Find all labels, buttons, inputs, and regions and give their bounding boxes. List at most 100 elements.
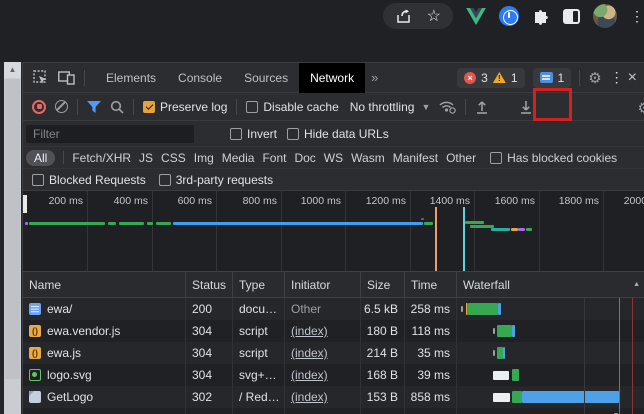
initiator-link[interactable]: (index)	[291, 390, 328, 404]
initiator-link[interactable]: (index)	[291, 324, 328, 338]
bookmark-star-icon[interactable]: ☆	[427, 6, 441, 26]
errors-warnings-badge[interactable]: × 3 ! 1	[457, 68, 524, 88]
filter-type-wasm[interactable]: Wasm	[351, 151, 385, 165]
request-name: ewa.js	[47, 342, 81, 364]
column-header-type[interactable]: Type	[233, 272, 285, 297]
filter-type-manifest[interactable]: Manifest	[393, 151, 438, 165]
column-header-size[interactable]: Size	[361, 272, 405, 297]
import-har-icon[interactable]	[475, 99, 489, 114]
waterfall-bar[interactable]	[457, 408, 644, 414]
throttling-select[interactable]: No throttling ▼	[350, 100, 431, 114]
blocked-requests-checkbox[interactable]: Blocked Requests	[32, 173, 146, 187]
network-settings-icon[interactable]: ⚙	[638, 99, 644, 117]
filter-type-fetch-xhr[interactable]: Fetch/XHR	[72, 151, 131, 165]
page-scrollbar[interactable]: ▲	[4, 62, 21, 414]
request-status: 302	[186, 386, 233, 408]
request-type: docu…	[233, 298, 285, 320]
network-overview-timeline[interactable]: 200 ms400 ms600 ms800 ms1000 ms1200 ms14…	[23, 191, 644, 272]
request-row[interactable]: ()ewa.js 304 script (index) 214 B 35 ms	[23, 342, 644, 364]
waterfall-bar[interactable]	[457, 320, 644, 342]
profile-avatar[interactable]	[593, 4, 617, 28]
devtools-close-icon[interactable]: ×	[628, 69, 637, 87]
request-row[interactable]: ewa/ 200 docu… Other 6.5 kB 258 ms	[23, 298, 644, 320]
waterfall-bar[interactable]	[457, 342, 644, 364]
filter-type-ws[interactable]: WS	[324, 151, 343, 165]
timeline-tick-label: 400 ms	[92, 195, 148, 207]
filter-type-img[interactable]: Img	[194, 151, 214, 165]
request-size: 168 B	[361, 364, 405, 386]
checkbox-unchecked[interactable]	[32, 174, 44, 186]
request-time: 118 ms	[405, 320, 457, 342]
request-type: script	[233, 342, 285, 364]
generic-file-icon	[29, 391, 41, 403]
tab-network[interactable]: Network	[299, 63, 365, 93]
initiator-link[interactable]: (index)	[291, 346, 328, 360]
tab-console[interactable]: Console	[167, 63, 233, 93]
scrollbar-thumb[interactable]	[5, 79, 20, 379]
checkbox-unchecked[interactable]	[246, 101, 258, 113]
record-network-log-button[interactable]	[32, 100, 46, 114]
invert-checkbox[interactable]: Invert	[230, 127, 277, 141]
filter-type-css[interactable]: CSS	[161, 151, 186, 165]
search-icon[interactable]	[110, 100, 124, 114]
browser-menu-icon[interactable]: ⋮	[630, 8, 638, 25]
device-toolbar-icon[interactable]	[58, 69, 75, 86]
devtools-menu-icon[interactable]: ⋮	[610, 69, 618, 86]
filter-toggle-icon[interactable]	[87, 101, 101, 113]
request-name: logo.svg	[47, 364, 92, 386]
extensions-puzzle-icon[interactable]	[532, 7, 550, 25]
filter-input[interactable]	[26, 125, 194, 143]
filter-type-all[interactable]: All	[26, 150, 55, 166]
timeline-tick-label: 1600 ms	[479, 195, 535, 207]
column-header-initiator[interactable]: Initiator	[285, 272, 361, 297]
checkbox-checked[interactable]	[143, 101, 155, 113]
disable-cache-checkbox[interactable]: Disable cache	[246, 100, 338, 114]
warning-icon: !	[493, 72, 506, 83]
has-blocked-cookies-checkbox[interactable]: Has blocked cookies	[490, 151, 617, 165]
checkbox-unchecked[interactable]	[159, 174, 171, 186]
column-header-status[interactable]: Status	[186, 272, 233, 297]
timeline-tick-label: 1800 ms	[543, 195, 599, 207]
request-row[interactable]: ()ewa.vendor.js 304 script (index) 180 B…	[23, 320, 644, 342]
issues-badge[interactable]: 1	[533, 68, 572, 88]
devtools-settings-icon[interactable]: ⚙	[588, 69, 601, 87]
export-har-icon[interactable]	[519, 99, 533, 114]
request-row[interactable]: GetLogo 302 / Red… (index) 153 B 858 ms	[23, 386, 644, 408]
checkbox-unchecked[interactable]	[490, 152, 502, 164]
filter-type-js[interactable]: JS	[139, 151, 153, 165]
preserve-log-checkbox[interactable]: Preserve log	[143, 100, 227, 114]
request-row[interactable]: logo.svg 304 svg+… (index) 168 B 39 ms	[23, 364, 644, 386]
waterfall-bar[interactable]	[457, 386, 644, 408]
checkbox-unchecked[interactable]	[230, 128, 242, 140]
clear-network-log-icon[interactable]	[55, 100, 68, 113]
side-panel-icon[interactable]	[563, 9, 580, 24]
column-header-name[interactable]: Name	[23, 272, 186, 297]
image-file-icon	[29, 369, 41, 381]
waterfall-bar[interactable]	[457, 364, 644, 386]
filter-type-font[interactable]: Font	[262, 151, 286, 165]
filter-type-doc[interactable]: Doc	[294, 151, 315, 165]
filter-type-other[interactable]: Other	[446, 151, 476, 165]
third-party-requests-checkbox[interactable]: 3rd-party requests	[159, 173, 273, 187]
hide-data-urls-checkbox[interactable]: Hide data URLs	[287, 127, 389, 141]
tab-elements[interactable]: Elements	[95, 63, 167, 93]
vue-devtools-icon[interactable]	[466, 8, 486, 25]
request-row-partial[interactable]	[23, 408, 644, 414]
request-time: 39 ms	[405, 364, 457, 386]
checkbox-unchecked[interactable]	[287, 128, 299, 140]
inspect-element-icon[interactable]	[32, 69, 49, 86]
filter-bar: Invert Hide data URLs	[23, 121, 644, 147]
initiator-link[interactable]: (index)	[291, 368, 328, 382]
tab-sources[interactable]: Sources	[233, 63, 299, 93]
more-tabs-icon[interactable]: »	[365, 70, 384, 85]
script-file-icon: ()	[29, 325, 41, 337]
scrollbar-up-arrow[interactable]: ▲	[4, 62, 21, 78]
waterfall-label: Waterfall	[463, 278, 510, 292]
column-header-waterfall[interactable]: Waterfall▲	[457, 272, 644, 297]
onepassword-icon[interactable]	[499, 6, 519, 26]
waterfall-bar[interactable]	[457, 298, 644, 320]
share-icon[interactable]	[395, 7, 413, 25]
filter-type-media[interactable]: Media	[222, 151, 255, 165]
network-conditions-icon[interactable]	[439, 100, 456, 114]
column-header-time[interactable]: Time	[405, 272, 457, 297]
